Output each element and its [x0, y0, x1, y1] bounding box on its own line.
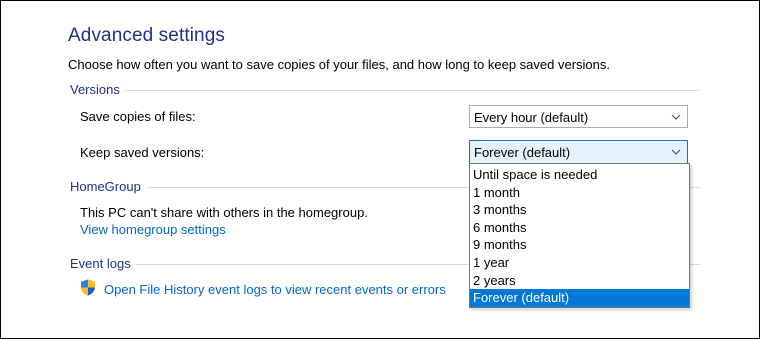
- save-copies-select[interactable]: Every hour (default): [469, 105, 688, 128]
- versions-divider: [124, 90, 700, 91]
- homegroup-header: HomeGroup: [70, 179, 141, 194]
- uac-shield-icon: [80, 279, 96, 296]
- keep-versions-select[interactable]: Forever (default): [469, 140, 688, 164]
- open-event-logs-link[interactable]: Open File History event logs to view rec…: [104, 282, 446, 297]
- save-copies-label: Save copies of files:: [80, 109, 196, 124]
- dropdown-option[interactable]: 3 months: [470, 201, 689, 219]
- view-homegroup-settings-link[interactable]: View homegroup settings: [80, 222, 226, 237]
- advanced-settings-window: Advanced settings Choose how often you w…: [0, 0, 760, 339]
- dropdown-option[interactable]: 2 years: [470, 272, 689, 290]
- dropdown-option[interactable]: Until space is needed: [470, 166, 689, 184]
- dropdown-option[interactable]: Forever (default): [470, 289, 689, 307]
- save-copies-value: Every hour (default): [474, 110, 589, 125]
- page-title: Advanced settings: [68, 25, 225, 46]
- dropdown-option[interactable]: 1 year: [470, 254, 689, 272]
- dropdown-option[interactable]: 6 months: [470, 219, 689, 237]
- chevron-down-icon: [671, 110, 681, 128]
- keep-versions-value: Forever (default): [474, 145, 571, 160]
- dropdown-option[interactable]: 1 month: [470, 184, 689, 202]
- dropdown-option[interactable]: 9 months: [470, 236, 689, 254]
- keep-versions-label: Keep saved versions:: [80, 145, 205, 160]
- homegroup-status-text: This PC can't share with others in the h…: [80, 205, 368, 220]
- event-logs-header: Event logs: [70, 256, 131, 271]
- keep-versions-dropdown-list: Until space is needed 1 month 3 months 6…: [469, 163, 690, 308]
- page-description: Choose how often you want to save copies…: [68, 57, 610, 72]
- versions-header: Versions: [70, 82, 120, 97]
- chevron-down-icon: [671, 145, 681, 163]
